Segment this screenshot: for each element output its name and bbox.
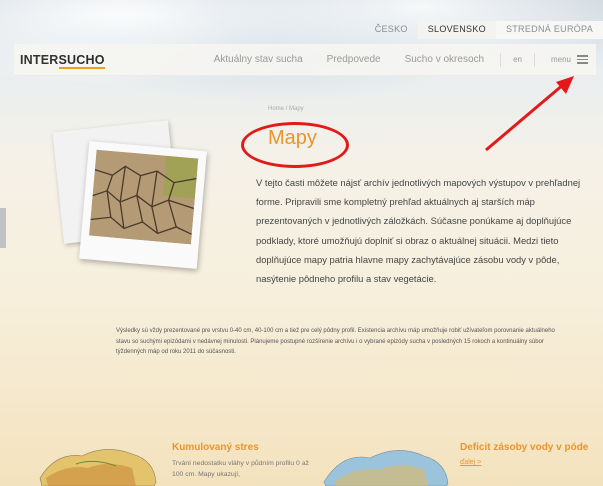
nav-divider [533,52,535,67]
cracked-earth-icon [89,149,199,245]
nav-links: Aktuálny stav sucha Predpovede Sucho v o… [202,52,596,67]
breadcrumb[interactable]: Home / Mapy [268,106,304,112]
language-bar: ČESKO SLOVENSKO STREDNÁ EURÓPA [365,21,603,39]
lang-cesko[interactable]: ČESKO [365,21,418,39]
logo-part2: SUCHO [58,52,105,69]
annotation-arrow-icon [485,76,574,152]
nav-link-aktualny-stav[interactable]: Aktuálny stav sucha [214,54,303,65]
cracked-earth-image [89,149,199,245]
nav-link-sucho-v-okresoch[interactable]: Sucho v okresoch [405,54,485,65]
lang-stredna-europa[interactable]: STREDNÁ EURÓPA [495,21,603,39]
card-link-dalej[interactable]: ďalej > [460,459,481,466]
lang-slovensko[interactable]: SLOVENSKO [417,21,496,39]
card-title-deficit[interactable]: Deficit zásoby vody v póde [460,442,588,453]
nav-link-predpovede[interactable]: Predpovede [327,54,381,65]
map-thumbnail-deficit[interactable] [320,438,450,486]
archive-note: Výsledky sú vždy prezentované pre vrstvu… [116,328,555,355]
card-desc-kumulovany-stres: Trvání nedostatku vláhy v půdním profilu… [172,460,309,478]
nav-lang-en[interactable]: en [513,55,522,64]
nav-divider [500,52,502,67]
intro-paragraph: V tejto časti môžete nájsť archív jednot… [256,177,581,285]
logo[interactable]: INTERSUCHO [20,52,105,69]
left-edge-tab [0,208,6,248]
logo-part1: INTER [20,52,59,67]
card-title-kumulovany-stres[interactable]: Kumulovaný stres [172,442,259,453]
annotation-circle [241,122,349,168]
map-thumbnail-kumulovany[interactable] [36,438,158,486]
hamburger-icon[interactable] [577,55,588,64]
photo-frame-front [79,141,207,269]
menu-label[interactable]: menu [551,55,571,64]
